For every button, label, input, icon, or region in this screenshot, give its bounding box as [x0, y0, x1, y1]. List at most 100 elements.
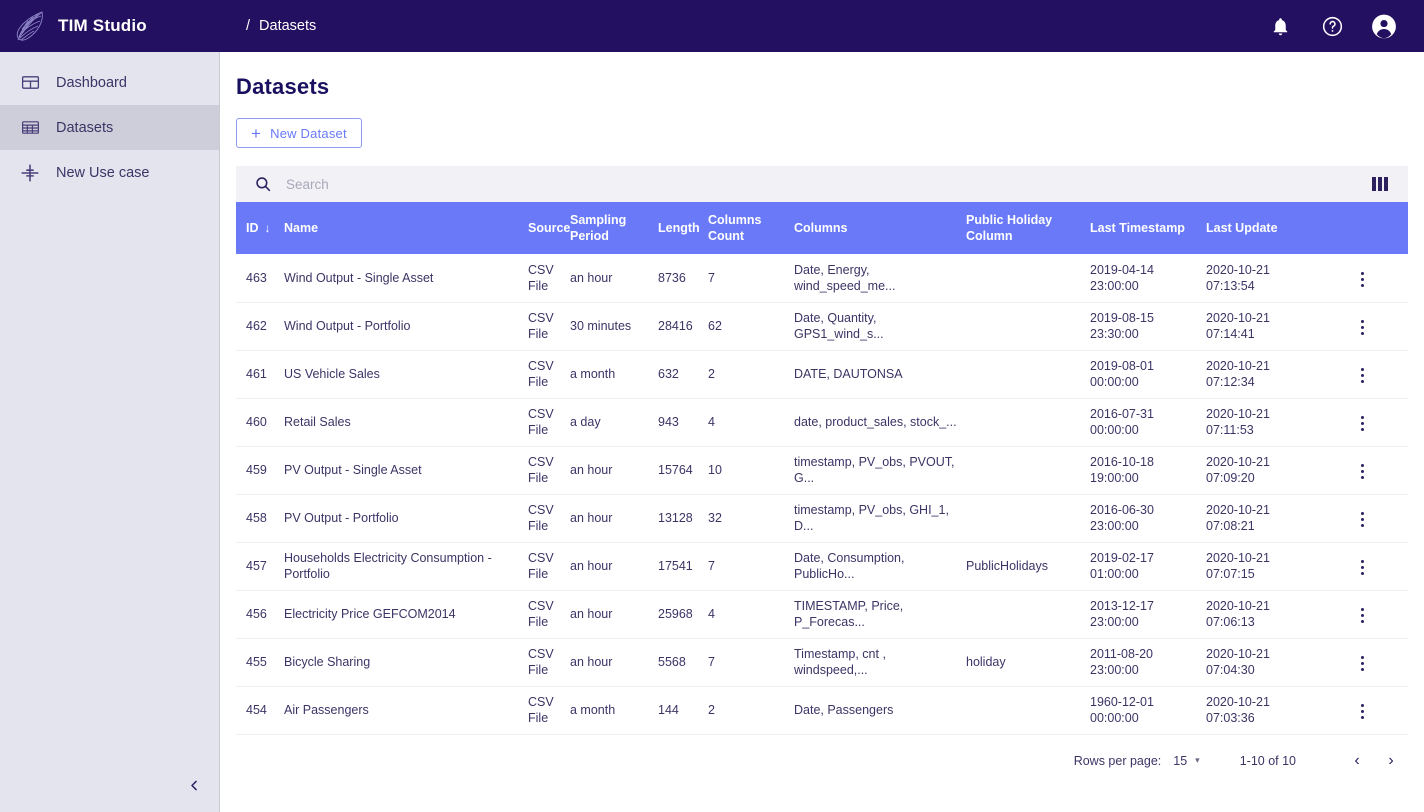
notifications-icon[interactable] [1267, 13, 1293, 39]
cell-columns-count: 62 [708, 319, 722, 333]
cell-actions [1324, 686, 1408, 734]
cell-length: 632 [658, 367, 679, 381]
cell-length: 28416 [658, 319, 693, 333]
column-header-last-update[interactable]: Last Update [1206, 202, 1324, 254]
column-header-columns[interactable]: Columns [794, 202, 966, 254]
view-columns-icon[interactable] [1372, 174, 1394, 194]
table-row[interactable]: 459 PV Output - Single Asset CSV File an hou… [236, 446, 1408, 494]
cell-id: 457 [246, 559, 267, 573]
cell-length: 15764 [658, 463, 693, 477]
cell-public-holiday-column [966, 686, 1090, 734]
sidebar: Dashboard Datasets New Use case [0, 52, 220, 812]
cell-length: 144 [658, 703, 679, 717]
row-menu-icon[interactable] [1355, 554, 1370, 581]
table-row[interactable]: 457 Households Electricity Consumption - … [236, 542, 1408, 590]
cell-last-timestamp: 2016-06-30 23:00:00 [1090, 503, 1154, 533]
column-header-public-holiday-column[interactable]: Public Holiday Column [966, 202, 1090, 254]
row-menu-icon[interactable] [1355, 266, 1370, 293]
cell-name: US Vehicle Sales [284, 367, 380, 381]
column-header-id[interactable]: ID ↓ [236, 202, 284, 254]
cell-length: 17541 [658, 559, 693, 573]
cell-source: CSV File [528, 455, 554, 485]
cell-sampling-period: a day [570, 415, 601, 429]
column-header-length[interactable]: Length [658, 202, 708, 254]
cell-last-update: 2020-10-21 07:04:30 [1206, 647, 1270, 677]
help-icon[interactable] [1319, 13, 1345, 39]
cell-id: 459 [246, 463, 267, 477]
row-menu-icon[interactable] [1355, 506, 1370, 533]
next-page-button[interactable]: › [1374, 744, 1408, 778]
table-row[interactable]: 463 Wind Output - Single Asset CSV File an h… [236, 254, 1408, 302]
row-menu-icon[interactable] [1355, 698, 1370, 725]
row-menu-icon[interactable] [1355, 410, 1370, 437]
table-row[interactable]: 462 Wind Output - Portfolio CSV File 30 minu… [236, 302, 1408, 350]
search-input[interactable] [286, 176, 1372, 192]
sidebar-item-dashboard[interactable]: Dashboard [0, 60, 219, 105]
table-row[interactable]: 460 Retail Sales CSV File a day 943 4 date, pro… [236, 398, 1408, 446]
sort-arrow-icon: ↓ [264, 221, 271, 235]
row-menu-icon[interactable] [1355, 602, 1370, 629]
search-icon [254, 175, 272, 193]
cell-actions [1324, 590, 1408, 638]
cell-name: PV Output - Portfolio [284, 511, 399, 525]
cell-source: CSV File [528, 695, 554, 725]
mesh-net-logo-icon [12, 9, 48, 43]
brand[interactable]: TIM Studio [0, 0, 220, 52]
row-menu-icon[interactable] [1355, 314, 1370, 341]
cell-columns: timestamp, PV_obs, PVOUT, G... [794, 455, 955, 485]
cell-columns-count: 7 [708, 270, 715, 285]
table-row[interactable]: 461 US Vehicle Sales CSV File a month 632 2 DAT… [236, 350, 1408, 398]
rows-per-page-select[interactable]: 15 ▾ [1173, 754, 1199, 768]
column-header-sampling-period[interactable]: Sampling Period [570, 202, 658, 254]
top-bar-actions [1267, 13, 1424, 39]
sidebar-collapse-button[interactable] [177, 768, 211, 802]
sidebar-item-new-use-case[interactable]: New Use case [0, 150, 219, 195]
column-header-source[interactable]: Source [528, 202, 570, 254]
breadcrumb: / Datasets [246, 18, 316, 34]
cell-length: 8736 [658, 270, 686, 285]
cell-last-update: 2020-10-21 07:13:54 [1206, 262, 1270, 293]
cell-sampling-period: an hour [570, 270, 613, 285]
cell-length: 5568 [658, 655, 686, 669]
cell-name: Wind Output - Single Asset [284, 270, 434, 285]
column-header-name[interactable]: Name [284, 202, 528, 254]
new-dataset-button[interactable]: + New Dataset [236, 118, 362, 148]
column-header-columns-count[interactable]: Columns Count [708, 202, 794, 254]
breadcrumb-current[interactable]: Datasets [259, 18, 316, 34]
account-icon[interactable] [1371, 13, 1397, 39]
cell-last-update: 2020-10-21 07:14:41 [1206, 311, 1270, 341]
cell-public-holiday-column: holiday [966, 655, 1006, 669]
cell-source: CSV File [528, 647, 554, 677]
cell-length: 13128 [658, 511, 693, 525]
search-bar [236, 166, 1408, 202]
table-row[interactable]: 458 PV Output - Portfolio CSV File an hour 13… [236, 494, 1408, 542]
table-row[interactable]: 454 Air Passengers CSV File a month 144 2 Date,… [236, 686, 1408, 734]
cell-last-timestamp: 2019-04-14 23:00:00 [1090, 262, 1154, 293]
previous-page-button[interactable]: ‹ [1340, 744, 1374, 778]
table-icon [18, 116, 42, 140]
sidebar-item-datasets[interactable]: Datasets [0, 105, 219, 150]
cell-columns: TIMESTAMP, Price, P_Forecas... [794, 599, 904, 629]
cell-id: 463 [246, 270, 267, 285]
row-menu-icon[interactable] [1355, 458, 1370, 485]
plus-cross-icon [18, 161, 42, 185]
plus-icon: + [251, 123, 262, 143]
table-row[interactable]: 455 Bicycle Sharing CSV File an hour 5568 7 Tim… [236, 638, 1408, 686]
cell-last-timestamp: 2011-08-20 23:00:00 [1090, 647, 1154, 677]
cell-public-holiday-column [966, 590, 1090, 638]
cell-columns: Date, Passengers [794, 703, 894, 717]
row-menu-icon[interactable] [1355, 362, 1370, 389]
cell-columns: timestamp, PV_obs, GHI_1, D... [794, 503, 949, 533]
cell-actions [1324, 446, 1408, 494]
cell-last-timestamp: 2016-10-18 19:00:00 [1090, 455, 1154, 485]
cell-source: CSV File [528, 311, 554, 341]
cell-columns-count: 32 [708, 511, 722, 525]
cell-last-update: 2020-10-21 07:11:53 [1206, 407, 1270, 437]
cell-name: Bicycle Sharing [284, 655, 371, 669]
cell-source: CSV File [528, 551, 554, 581]
column-header-last-timestamp[interactable]: Last Timestamp [1090, 202, 1206, 254]
row-menu-icon[interactable] [1355, 650, 1370, 677]
table-row[interactable]: 456 Electricity Price GEFCOM2014 CSV File an… [236, 590, 1408, 638]
cell-columns: Timestamp, cnt , windspeed,... [794, 647, 886, 677]
new-dataset-button-label: New Dataset [270, 125, 347, 141]
